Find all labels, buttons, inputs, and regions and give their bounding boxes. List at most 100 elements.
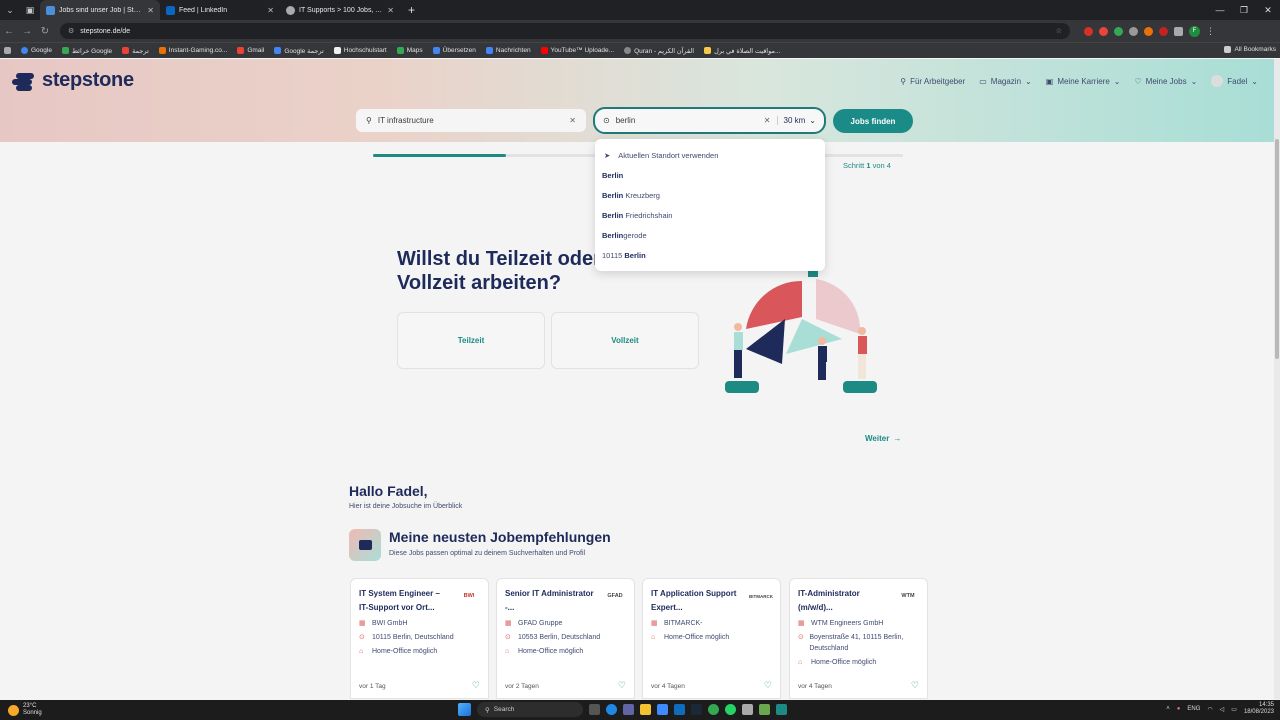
- nav-career[interactable]: ▣ Meine Karriere ⌄: [1046, 77, 1121, 86]
- bookmark-item[interactable]: Hochschulstart: [333, 47, 387, 54]
- bookmark-item[interactable]: مواقيت الصلاة في برل...: [704, 47, 780, 55]
- extension-icon[interactable]: [1114, 26, 1123, 36]
- bookmark-item[interactable]: Google: [21, 47, 52, 54]
- stepstone-logo[interactable]: stepstone: [12, 69, 134, 92]
- extension-icon[interactable]: [1144, 26, 1153, 36]
- nav-magazine[interactable]: ▭ Magazin ⌄: [979, 77, 1032, 86]
- find-jobs-button[interactable]: Jobs finden: [833, 109, 913, 133]
- clear-icon[interactable]: ✕: [764, 116, 771, 125]
- extensions-puzzle-icon[interactable]: [1174, 26, 1183, 36]
- clear-icon[interactable]: ✕: [569, 116, 576, 125]
- use-current-location-option[interactable]: ➤ Aktuellen Standort verwenden: [604, 151, 718, 160]
- bookmark-item[interactable]: Instant-Gaming.co...: [158, 47, 227, 54]
- job-title[interactable]: Senior IT Administrator -...: [505, 587, 597, 615]
- bookmark-item[interactable]: Maps: [396, 47, 423, 54]
- job-card[interactable]: IT Application Support Expert... BITMARC…: [642, 578, 781, 699]
- profile-avatar[interactable]: F: [1189, 25, 1200, 37]
- clock[interactable]: 14:35 18/08/2023: [1244, 702, 1274, 716]
- bookmark-item[interactable]: Gmail: [237, 47, 264, 54]
- edge-icon[interactable]: [606, 704, 617, 715]
- close-tab-icon[interactable]: ✕: [267, 6, 274, 15]
- job-card[interactable]: IT System Engineer – IT-Support vor Ort.…: [350, 578, 489, 699]
- option-full-time-button[interactable]: Vollzeit: [551, 312, 699, 369]
- back-icon[interactable]: ←: [0, 26, 18, 37]
- forward-icon[interactable]: →: [18, 26, 36, 37]
- store-icon[interactable]: [742, 704, 753, 715]
- close-tab-icon[interactable]: ✕: [147, 6, 154, 15]
- file-explorer-icon[interactable]: [640, 704, 651, 715]
- chevron-down-icon: ⌄: [1251, 76, 1258, 86]
- bookmark-item[interactable]: ترجمة: [122, 47, 149, 55]
- job-search-input[interactable]: ⚲ IT infrastructure ✕: [356, 109, 586, 132]
- bookmark-item[interactable]: Übersetzen: [432, 47, 476, 54]
- notepad-icon[interactable]: [759, 704, 770, 715]
- close-window-icon[interactable]: ✕: [1256, 0, 1280, 20]
- battery-icon[interactable]: ▭: [1231, 706, 1237, 713]
- new-tab-icon[interactable]: +: [400, 3, 423, 17]
- browser-menu-icon[interactable]: ⋮: [1206, 26, 1215, 37]
- reload-icon[interactable]: ↻: [36, 26, 54, 37]
- location-search-input[interactable]: ⊙ berlin ✕ 30 km ⌄: [593, 107, 826, 134]
- job-title[interactable]: IT-Administrator (m/w/d)...: [798, 587, 890, 615]
- address-bar[interactable]: ⚙ stepstone.de/de ☆: [60, 23, 1070, 39]
- taskbar-search[interactable]: ⚲ Search: [477, 702, 583, 717]
- apps-grid-icon[interactable]: [4, 47, 11, 54]
- option-part-time-button[interactable]: Teilzeit: [397, 312, 545, 369]
- page-scrollbar[interactable]: [1274, 59, 1280, 699]
- save-job-heart-icon[interactable]: ♡: [618, 680, 626, 691]
- chrome-icon[interactable]: [708, 704, 719, 715]
- chevron-up-icon[interactable]: ˄: [1166, 706, 1170, 712]
- close-tab-icon[interactable]: ✕: [387, 6, 394, 15]
- microphone-icon[interactable]: ●: [1177, 706, 1181, 712]
- radius-select[interactable]: 30 km ⌄: [776, 116, 816, 125]
- job-card[interactable]: Senior IT Administrator -... GFAD ▦ GFAD …: [496, 578, 635, 699]
- bookmark-item[interactable]: خرائط Google: [61, 47, 112, 55]
- wifi-icon[interactable]: ◠: [1207, 706, 1212, 713]
- suggestion-item[interactable]: Berlin Kreuzberg: [602, 191, 660, 200]
- suggestion-item[interactable]: 10115 Berlin: [602, 251, 646, 260]
- browser-tab[interactable]: Feed | LinkedIn ✕: [160, 0, 280, 20]
- all-bookmarks[interactable]: All Bookmarks: [1224, 46, 1276, 53]
- minimize-icon[interactable]: —: [1208, 0, 1232, 20]
- weather-widget[interactable]: 23°C Sonnig: [8, 703, 42, 717]
- restore-icon[interactable]: ❐: [1232, 0, 1256, 20]
- nav-my-jobs[interactable]: ♡ Meine Jobs ⌄: [1134, 77, 1197, 86]
- suggestion-item[interactable]: Berlin Friedrichshain: [602, 211, 672, 220]
- save-job-heart-icon[interactable]: ♡: [472, 680, 480, 691]
- bookmark-item[interactable]: Nachrichten: [485, 47, 531, 54]
- tab-group-icon[interactable]: ▣: [20, 0, 40, 20]
- browser-tab[interactable]: IT Supports > 100 Jobs, Arbeit ✕: [280, 0, 400, 20]
- extension-icon[interactable]: [1084, 26, 1093, 36]
- extension-icon[interactable]: [1159, 26, 1168, 36]
- bookmark-item[interactable]: Google ترجمة: [274, 47, 324, 55]
- volume-icon[interactable]: ◁: [1220, 706, 1225, 713]
- bookmark-item[interactable]: Quran - القرآن الكريم: [624, 47, 694, 55]
- outlook-icon[interactable]: [674, 704, 685, 715]
- app-icon[interactable]: [776, 704, 787, 715]
- extension-icon[interactable]: [1099, 26, 1108, 36]
- save-job-heart-icon[interactable]: ♡: [911, 680, 919, 691]
- next-link[interactable]: Weiter →: [865, 434, 901, 443]
- windows-start-icon[interactable]: [458, 703, 471, 716]
- photos-icon[interactable]: [657, 704, 668, 715]
- task-view-icon[interactable]: [589, 704, 600, 715]
- bookmark-star-icon[interactable]: ☆: [1056, 27, 1062, 35]
- job-card[interactable]: IT-Administrator (m/w/d)... WTM ▦ WTM Eng…: [789, 578, 928, 699]
- tab-search-icon[interactable]: ⌄: [0, 0, 20, 20]
- site-info-icon[interactable]: ⚙: [68, 27, 74, 35]
- extension-icon[interactable]: [1129, 26, 1138, 36]
- suggestion-item[interactable]: Berlin: [602, 171, 623, 180]
- save-job-heart-icon[interactable]: ♡: [764, 680, 772, 691]
- teams-icon[interactable]: [623, 704, 634, 715]
- job-title[interactable]: IT System Engineer – IT-Support vor Ort.…: [359, 587, 451, 615]
- whatsapp-icon[interactable]: [725, 704, 736, 715]
- scrollbar-thumb[interactable]: [1275, 139, 1279, 359]
- nav-employers[interactable]: ⚲ Für Arbeitgeber: [900, 77, 965, 86]
- job-title[interactable]: IT Application Support Expert...: [651, 587, 743, 615]
- steam-icon[interactable]: [691, 704, 702, 715]
- suggestion-item[interactable]: Berlingerode: [602, 231, 647, 240]
- language-indicator[interactable]: ENG: [1187, 706, 1200, 712]
- nav-user-menu[interactable]: Fadel ⌄: [1211, 75, 1258, 87]
- browser-tab[interactable]: Jobs sind unser Job | Stepstone ✕: [40, 0, 160, 20]
- bookmark-item[interactable]: YouTube™ Uploade...: [540, 47, 614, 54]
